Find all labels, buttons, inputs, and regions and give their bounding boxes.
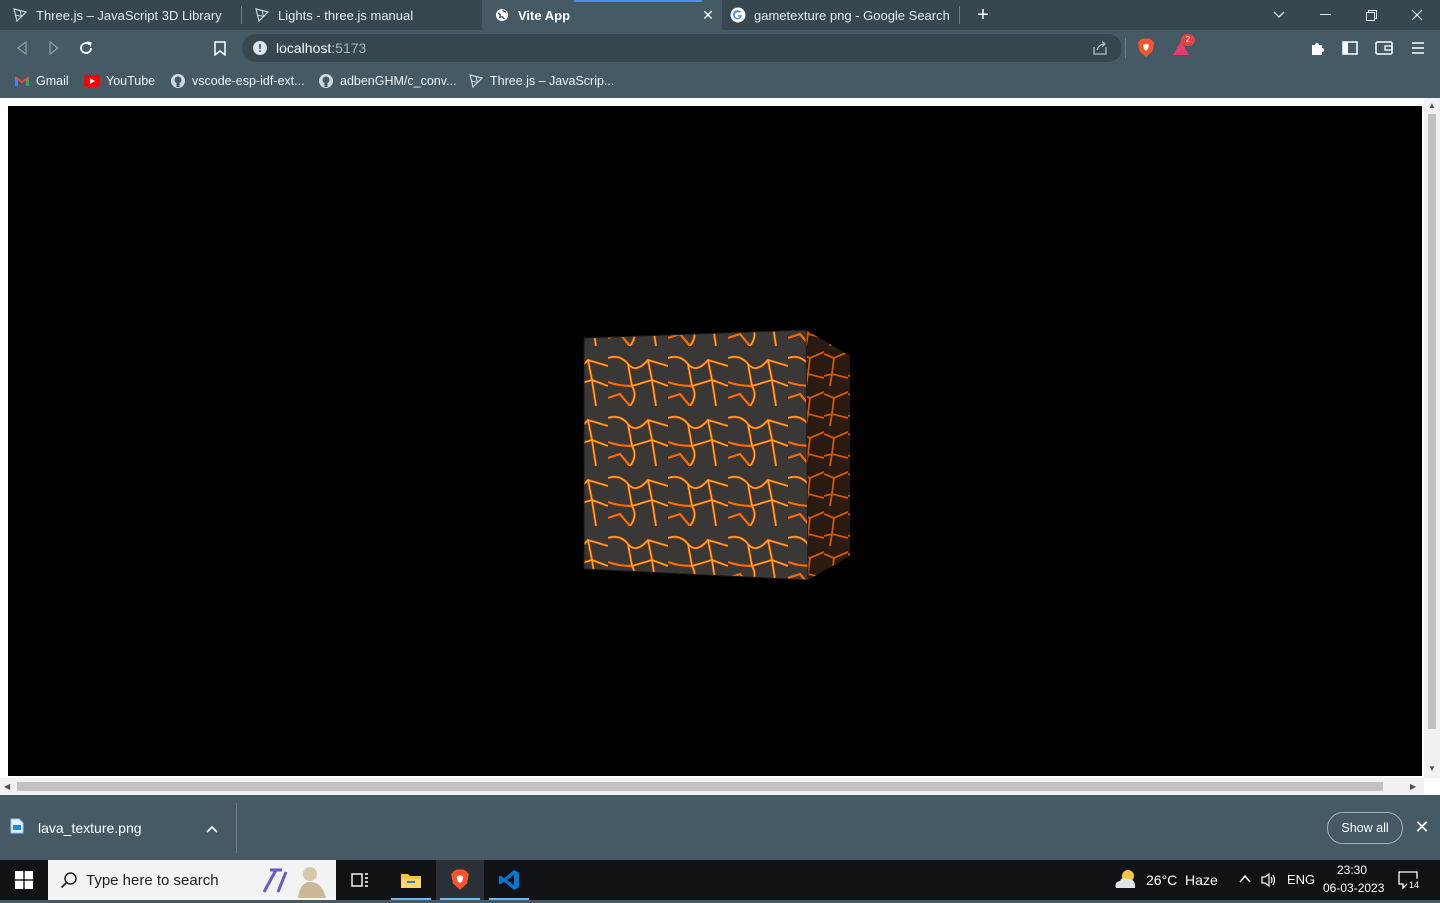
- threejs-icon: [12, 7, 28, 23]
- bookmark-vscode-esp-idf[interactable]: vscode-esp-idf-ext...: [170, 72, 305, 90]
- close-window-icon[interactable]: [1394, 0, 1440, 30]
- scroll-left-icon[interactable]: ◀: [4, 782, 10, 791]
- taskbar-search-box[interactable]: Type here to search: [48, 860, 336, 900]
- bookmarks-bar: Gmail YouTube vscode-esp-idf-ext... adbe…: [0, 66, 1440, 96]
- task-view-icon[interactable]: [336, 860, 384, 900]
- share-icon[interactable]: [1092, 40, 1108, 61]
- youtube-icon: [84, 73, 100, 89]
- threejs-icon: [468, 73, 484, 89]
- brave-shields-icon[interactable]: [1136, 38, 1156, 58]
- clock-time[interactable]: 23:30: [1337, 863, 1367, 877]
- tab-search-chevron-icon[interactable]: [1256, 0, 1302, 30]
- close-tab-icon[interactable]: ✕: [700, 7, 716, 23]
- bookmark-youtube[interactable]: YouTube: [84, 72, 155, 90]
- windows-start-icon[interactable]: [0, 860, 48, 900]
- threejs-icon: [254, 7, 270, 23]
- tab-google-search[interactable]: gametexture png - Google Search: [722, 0, 960, 30]
- tab-threejs[interactable]: Three.js – JavaScript 3D Library: [0, 0, 242, 30]
- notifications-icon[interactable]: 14: [1398, 870, 1421, 895]
- loading-indicator: [574, 0, 702, 2]
- download-item[interactable]: lava_texture.png: [10, 805, 236, 851]
- chevron-up-icon[interactable]: [206, 820, 218, 838]
- search-highlight-image: [254, 862, 334, 903]
- language-indicator[interactable]: ENG: [1287, 872, 1315, 887]
- gmail-icon: [14, 73, 30, 89]
- github-icon: [318, 73, 334, 89]
- download-bar: lava_texture.png Show all ✕: [0, 795, 1440, 860]
- forward-icon[interactable]: [44, 38, 64, 58]
- sidebar-icon[interactable]: [1340, 38, 1360, 58]
- divider: [1125, 38, 1126, 58]
- tab-title: gametexture png - Google Search: [754, 7, 950, 23]
- scroll-down-icon[interactable]: ▼: [1428, 764, 1436, 773]
- globe-icon: [494, 7, 510, 23]
- weather-text[interactable]: 26°C Haze: [1146, 872, 1218, 888]
- clock-date[interactable]: 06-03-2023: [1323, 881, 1384, 895]
- tab-separator: [959, 6, 960, 24]
- reload-icon[interactable]: [76, 38, 96, 58]
- notification-count: 14: [1407, 878, 1421, 892]
- bookmark-label: YouTube: [106, 74, 156, 88]
- minimize-icon[interactable]: [1302, 0, 1348, 30]
- tab-title: Lights - three.js manual: [278, 7, 414, 23]
- scroll-right-icon[interactable]: ▶: [1410, 782, 1416, 791]
- download-file-name: lava_texture.png: [38, 820, 142, 836]
- bookmark-label: Gmail: [36, 74, 69, 88]
- lava-cube: [583, 329, 850, 581]
- search-icon: [60, 871, 78, 889]
- github-icon: [170, 73, 186, 89]
- divider: [236, 803, 237, 853]
- page-viewport: ▲ ▼ ◀ ▶: [0, 98, 1440, 795]
- vertical-scrollbar[interactable]: ▲ ▼: [1424, 98, 1440, 778]
- chevron-up-icon[interactable]: [1238, 872, 1252, 891]
- address-bar[interactable]: localhost:5173: [242, 34, 1122, 62]
- brave-rewards-icon[interactable]: 2: [1171, 34, 1195, 58]
- url-host: localhost: [276, 40, 332, 56]
- menu-icon[interactable]: [1408, 38, 1428, 58]
- tab-lights-manual[interactable]: Lights - three.js manual: [242, 0, 482, 30]
- extensions-icon[interactable]: [1308, 38, 1328, 58]
- bookmark-label: adbenGHM/c_conv...: [340, 74, 457, 88]
- new-tab-icon[interactable]: +: [973, 4, 993, 26]
- bookmark-icon[interactable]: [210, 38, 230, 58]
- file-icon: [10, 818, 24, 839]
- rewards-badge: 2: [1181, 34, 1195, 46]
- site-info-icon[interactable]: [252, 40, 268, 61]
- close-download-bar-icon[interactable]: ✕: [1412, 817, 1432, 837]
- search-placeholder: Type here to search: [86, 871, 219, 889]
- scrollbar-thumb[interactable]: [17, 782, 1383, 791]
- tab-strip: Three.js – JavaScript 3D Library Lights …: [0, 0, 1440, 30]
- back-icon[interactable]: [12, 38, 32, 58]
- url-port: :5173: [331, 40, 367, 56]
- scroll-up-icon[interactable]: ▲: [1428, 101, 1436, 110]
- bookmark-threejs[interactable]: Three.js – JavaScrip...: [468, 72, 614, 90]
- vscode-icon[interactable]: [485, 860, 533, 900]
- show-all-button[interactable]: Show all: [1327, 812, 1403, 844]
- windows-taskbar: Type here to search 26°C Haze ENG 23:30 …: [0, 860, 1440, 900]
- scrollbar-thumb[interactable]: [1428, 114, 1436, 729]
- browser-toolbar: localhost:5173 2: [0, 30, 1440, 66]
- speaker-icon[interactable]: [1260, 872, 1278, 893]
- bookmark-gmail[interactable]: Gmail: [14, 72, 69, 90]
- wallet-icon[interactable]: [1374, 38, 1394, 58]
- tab-title: Three.js – JavaScript 3D Library: [36, 7, 222, 23]
- horizontal-scrollbar[interactable]: ◀ ▶: [0, 778, 1424, 795]
- file-explorer-icon[interactable]: [387, 860, 435, 900]
- bookmark-label: Three.js – JavaScrip...: [490, 74, 615, 88]
- url-text: localhost:5173: [276, 40, 366, 56]
- webgl-canvas[interactable]: [8, 106, 1422, 776]
- bookmark-adbenghm[interactable]: adbenGHM/c_conv...: [318, 72, 457, 90]
- tab-vite-app[interactable]: Vite App ✕: [482, 0, 722, 30]
- weather-icon[interactable]: [1112, 868, 1140, 897]
- google-icon: [730, 7, 746, 23]
- brave-browser-icon[interactable]: [436, 860, 484, 900]
- tab-title: Vite App: [518, 7, 571, 23]
- bookmark-label: vscode-esp-idf-ext...: [192, 74, 305, 88]
- restore-icon[interactable]: [1348, 0, 1394, 30]
